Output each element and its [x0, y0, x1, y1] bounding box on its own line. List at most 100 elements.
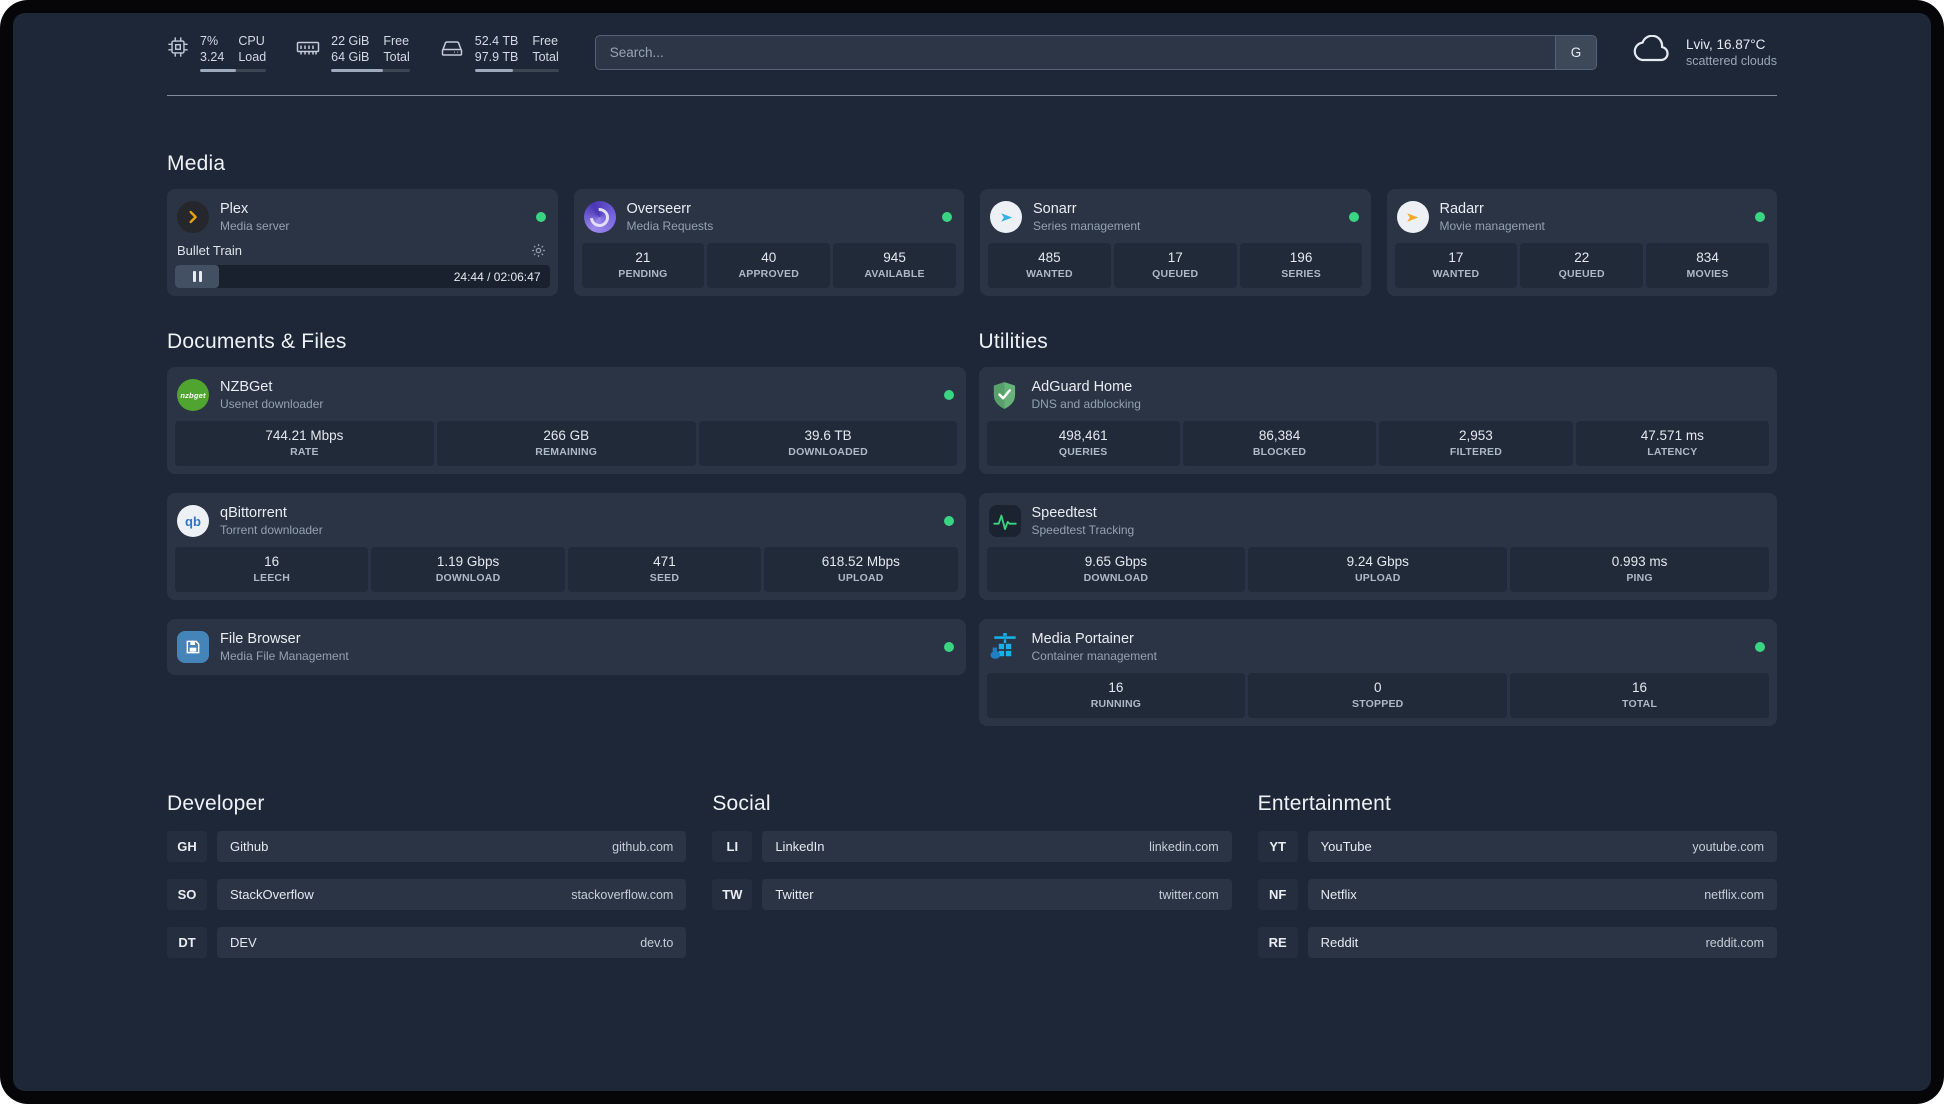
stat-tile: 498,461 QUERIES: [986, 421, 1180, 466]
stat-tile: 17 WANTED: [1394, 243, 1518, 288]
bookmark-abbr: NF: [1258, 879, 1298, 910]
stat-tile: 16 RUNNING: [986, 673, 1246, 718]
weather-widget[interactable]: Lviv, 16.87°C scattered clouds: [1631, 34, 1777, 70]
stat-tile: 9.24 Gbps UPLOAD: [1248, 547, 1508, 592]
qbittorrent-name: qBittorrent: [220, 505, 287, 521]
disk-bar: [474, 69, 559, 72]
filebrowser-icon: [177, 631, 209, 663]
disk-free-label: Free: [532, 34, 559, 48]
section-entertainment: Entertainment YT YouTube youtube.com NF …: [1258, 792, 1777, 975]
speedtest-desc: Speedtest Tracking: [1031, 523, 1135, 537]
bookmark-link[interactable]: Reddit reddit.com: [1307, 927, 1777, 958]
memory-labels: Free Total: [383, 33, 409, 65]
disk-widget: 52.4 TB 97.9 TB Free Total: [440, 33, 559, 72]
sonarr-card[interactable]: Sonarr Series management 485 WANTED 17 Q…: [980, 189, 1371, 296]
radarr-icon: [1396, 201, 1429, 233]
radarr-card[interactable]: Radarr Movie management 17 WANTED 22 QUE…: [1386, 189, 1777, 296]
stat-tile: 471 SEED: [567, 547, 762, 592]
speedtest-card[interactable]: Speedtest Speedtest Tracking 9.65 Gbps D…: [978, 493, 1777, 600]
cpu-labels: CPU Load: [238, 33, 266, 65]
speedtest-name: Speedtest: [1031, 505, 1097, 521]
disk-values: 52.4 TB 97.9 TB: [475, 33, 519, 65]
status-dot: [535, 212, 546, 222]
bookmark-link[interactable]: Netflix netflix.com: [1307, 879, 1777, 910]
disk-icon: [440, 36, 464, 60]
disk-labels: Free Total: [532, 33, 558, 65]
cpu-load-label: Load: [238, 50, 267, 64]
player-progress[interactable]: 24:44 / 02:06:47: [175, 265, 550, 288]
portainer-card[interactable]: Media Portainer Container management 16 …: [978, 619, 1777, 726]
bookmark-abbr: TW: [712, 879, 752, 910]
bookmark-link[interactable]: LinkedIn linkedin.com: [762, 831, 1232, 862]
stat-tile: 86,384 BLOCKED: [1182, 421, 1377, 466]
section-developer: Developer GH Github github.com SO StackO…: [167, 792, 687, 975]
status-dot: [942, 212, 952, 222]
plex-card[interactable]: Plex Media server Bullet Train 24:44 / 0: [167, 189, 558, 296]
topbar-divider: [167, 95, 1777, 96]
adguard-desc: DNS and adblocking: [1031, 397, 1141, 411]
memory-widget: 22 GiB 64 GiB Free Total: [296, 33, 410, 72]
bookmark-link[interactable]: Twitter twitter.com: [762, 879, 1232, 910]
bookmark-dev: DT DEV dev.to: [167, 927, 687, 958]
nzbget-card[interactable]: nzbget NZBGet Usenet downloader 744.21 M…: [167, 367, 966, 474]
stat-tile: 618.52 Mbps UPLOAD: [764, 547, 958, 592]
search-input[interactable]: [595, 36, 1555, 69]
gear-icon[interactable]: [531, 243, 546, 258]
search-bar: G: [594, 35, 1597, 70]
filebrowser-desc: Media File Management: [220, 649, 349, 663]
stat-tile: 834 MOVIES: [1646, 243, 1769, 288]
bookmark-link[interactable]: Github github.com: [217, 831, 687, 862]
memory-total: 64 GiB: [331, 50, 370, 64]
section-social: Social LI LinkedIn linkedin.com TW Twitt…: [712, 792, 1232, 927]
stat-tile: 2,953 FILTERED: [1379, 421, 1573, 466]
memory-bar: [331, 69, 410, 72]
search-provider-button[interactable]: G: [1554, 36, 1596, 69]
status-dot: [1348, 212, 1359, 222]
bookmark-link[interactable]: YouTube youtube.com: [1307, 831, 1777, 862]
section-title-media: Media: [167, 152, 226, 175]
disk-total: 97.9 TB: [474, 50, 519, 64]
disk-bar-fill: [474, 69, 514, 72]
bookmark-abbr: YT: [1258, 831, 1298, 862]
cpu-usage: 7%: [200, 34, 219, 48]
stat-tile: 17 QUEUED: [1113, 243, 1237, 288]
nzbget-name: NZBGet: [220, 379, 273, 395]
sonarr-icon: [990, 201, 1022, 233]
bookmark-link[interactable]: StackOverflow stackoverflow.com: [217, 879, 687, 910]
portainer-desc: Container management: [1031, 649, 1157, 663]
cpu-values: 7% 3.24: [200, 33, 224, 65]
section-title-entertainment: Entertainment: [1257, 792, 1391, 815]
stat-tile: 40 APPROVED: [707, 243, 831, 288]
stat-tile: 47.571 ms LATENCY: [1575, 421, 1769, 466]
section-utilities: Utilities AdGuard Home DNS and adblockin…: [978, 330, 1777, 726]
sonarr-desc: Series management: [1033, 219, 1141, 233]
section-media: Media Plex Media server Bullet Train 24:…: [167, 152, 1777, 296]
cpu-usage-label: CPU: [238, 34, 265, 48]
topbar: 7% 3.24 CPU Load 22 GiB 64 GiB Free Tota…: [167, 13, 1777, 72]
overseerr-card[interactable]: Overseerr Media Requests 21 PENDING 40 A…: [573, 189, 964, 296]
filebrowser-card[interactable]: File Browser Media File Management: [167, 619, 966, 675]
memory-free: 22 GiB: [331, 34, 370, 48]
adguard-card[interactable]: AdGuard Home DNS and adblocking 498,461 …: [978, 367, 1777, 474]
pause-button[interactable]: [175, 265, 219, 288]
section-title-utilities: Utilities: [978, 330, 1048, 353]
status-dot: [1755, 642, 1765, 652]
overseerr-icon: [583, 201, 616, 233]
player-time: 24:44 / 02:06:47: [453, 269, 541, 284]
bookmark-abbr: LI: [712, 831, 752, 862]
dashboard: 7% 3.24 CPU Load 22 GiB 64 GiB Free Tota…: [13, 13, 1931, 1091]
overseerr-name: Overseerr: [626, 201, 691, 217]
bookmark-linkedin: LI LinkedIn linkedin.com: [712, 831, 1232, 862]
bookmark-link[interactable]: DEV dev.to: [217, 927, 687, 958]
disk-free: 52.4 TB: [474, 34, 519, 48]
section-title-documents: Documents & Files: [167, 330, 347, 353]
filebrowser-name: File Browser: [220, 631, 301, 647]
overseerr-desc: Media Requests: [626, 219, 714, 233]
cpu-bar: [200, 69, 267, 72]
stat-tile: 21 PENDING: [581, 243, 705, 288]
qbittorrent-card[interactable]: qb qBittorrent Torrent downloader 16 LEE…: [167, 493, 966, 600]
memory-total-label: Total: [383, 50, 410, 64]
now-playing-title: Bullet Train: [177, 243, 243, 258]
nzbget-desc: Usenet downloader: [220, 397, 324, 411]
bookmark-abbr: GH: [167, 831, 207, 862]
